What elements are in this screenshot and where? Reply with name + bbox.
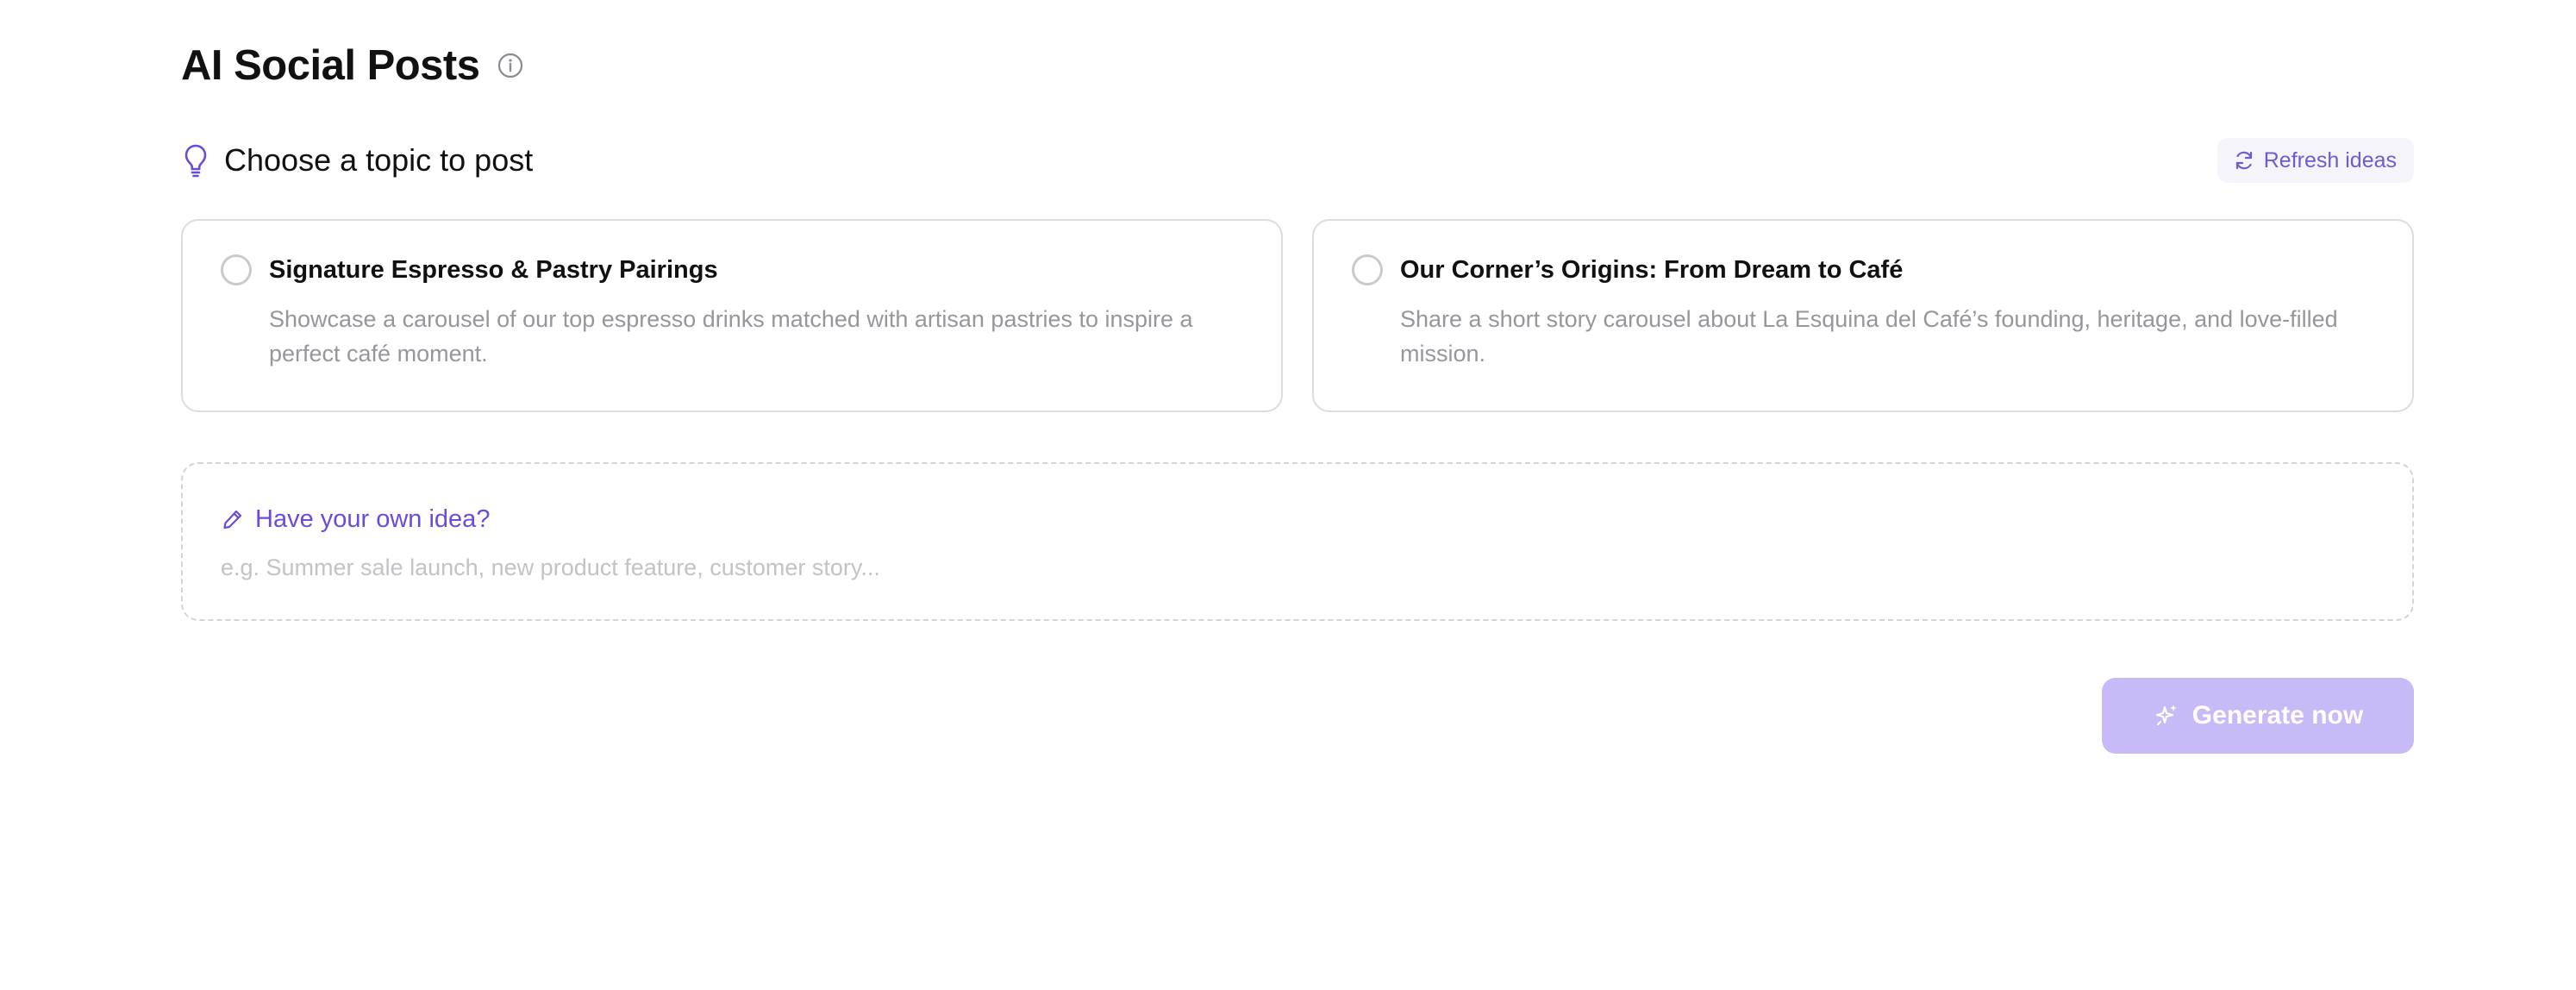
lightbulb-icon [181,142,210,179]
pencil-icon [221,507,245,531]
refresh-ideas-label: Refresh ideas [2263,147,2397,172]
topic-header: Choose a topic to post Refresh ideas [181,136,2414,185]
topic-card-body: Our Corner’s Origins: From Dream to Café… [1400,254,2374,410]
own-idea-label: Have your own idea? [255,504,491,533]
topic-card[interactable]: Signature Espresso & Pastry Pairings Sho… [181,219,1283,412]
own-idea-input[interactable] [221,548,2374,586]
topic-radio[interactable] [221,254,252,285]
topic-description: Showcase a carousel of our top espresso … [269,306,1193,367]
topic-card-body: Signature Espresso & Pastry Pairings Sho… [269,254,1243,410]
page: AI Social Posts Choose a topic to post R… [0,0,2576,990]
topic-heading-group: Choose a topic to post [181,142,533,179]
own-idea-header: Have your own idea? [221,502,2374,536]
own-idea-box[interactable]: Have your own idea? [181,462,2414,621]
topic-title: Our Corner’s Origins: From Dream to Café [1400,256,1904,284]
main-content: AI Social Posts Choose a topic to post R… [181,34,2414,754]
page-title: AI Social Posts [181,42,480,89]
topic-card[interactable]: Our Corner’s Origins: From Dream to Café… [1312,219,2414,412]
info-icon[interactable] [496,51,525,80]
topic-cards: Signature Espresso & Pastry Pairings Sho… [181,219,2414,412]
topic-title: Signature Espresso & Pastry Pairings [269,256,718,284]
generate-now-label: Generate now [2191,701,2364,730]
section-title: Choose a topic to post [224,142,534,178]
refresh-ideas-button[interactable]: Refresh ideas [2216,138,2414,183]
refresh-icon [2233,149,2255,172]
sparkles-icon [2153,702,2180,730]
title-row: AI Social Posts [181,34,2414,97]
topic-radio[interactable] [1352,254,1383,285]
topic-description: Share a short story carousel about La Es… [1400,306,2338,367]
generate-row: Generate now [181,678,2414,754]
generate-now-button[interactable]: Generate now [2102,678,2414,754]
